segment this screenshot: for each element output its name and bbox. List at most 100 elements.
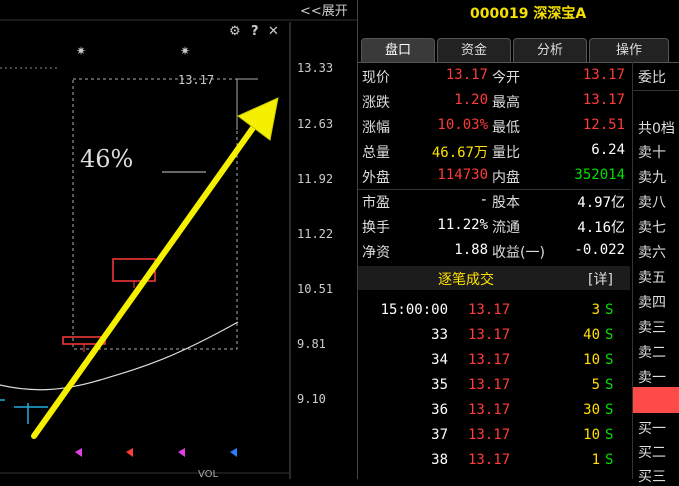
quote-label: 市盈 — [362, 195, 390, 211]
quote-label: 涨幅 — [362, 120, 390, 136]
trade-volume: 10 — [583, 427, 600, 443]
sell-level-label: 卖七 — [638, 220, 666, 236]
quote-value: 4.97亿 — [577, 195, 625, 211]
trade-side: S — [605, 377, 614, 393]
trade-side: S — [605, 427, 614, 443]
panel-divider — [357, 0, 358, 479]
signal-marker-icon — [126, 448, 133, 457]
price-label: 9.10 — [297, 392, 326, 406]
quote-label: 外盘 — [362, 170, 390, 186]
trade-side: S — [605, 352, 614, 368]
quote-value: 1.20 — [454, 92, 488, 108]
trade-price: 13.17 — [468, 302, 511, 318]
sell-level-label: 卖六 — [638, 245, 666, 261]
quote-label: 流通 — [492, 220, 520, 236]
signal-marker-icon — [75, 448, 82, 457]
quote-label: 涨跌 — [362, 95, 390, 111]
quote-value: 10.03% — [437, 117, 488, 133]
quote-value: -0.022 — [574, 242, 625, 258]
quote-value: 13.17 — [582, 92, 625, 108]
trade-volume: 10 — [583, 352, 600, 368]
quote-value: 13.17 — [445, 67, 488, 83]
trade-price: 13.17 — [468, 352, 511, 368]
quote-label: 总量 — [362, 145, 390, 161]
quote-label: 今开 — [492, 70, 520, 86]
tab-zijin[interactable]: 资金 — [437, 38, 511, 62]
quote-label: 换手 — [362, 220, 390, 236]
trade-volume: 40 — [583, 327, 600, 343]
quote-value: 13.17 — [582, 67, 625, 83]
trade-volume: 30 — [583, 402, 600, 418]
quote-label: 量比 — [492, 145, 520, 161]
trend-arrow-icon — [31, 115, 263, 439]
quote-value: 352014 — [574, 167, 625, 183]
buy-level-label: 买一 — [638, 421, 666, 437]
sell-level-label: 卖十 — [638, 145, 666, 161]
quote-label: 最低 — [492, 120, 520, 136]
buy-level-label: 买三 — [638, 469, 666, 485]
quote-label: 净资 — [362, 245, 390, 261]
price-label: 13.33 — [297, 61, 334, 75]
quote-value: - — [479, 192, 488, 208]
trade-time: 35 — [431, 377, 448, 393]
weibi-label: 委比 — [638, 70, 666, 86]
trade-price: 13.17 — [468, 327, 511, 343]
kline-chart-panel[interactable]: ✷ ✷ <<展开 ⚙ ? ✕ 13.17 46% 13.33 12.63 11.… — [0, 0, 357, 480]
tab-pankou[interactable]: 盘口 — [361, 38, 435, 62]
trade-price: 13.17 — [468, 377, 511, 393]
quote-divider — [358, 189, 630, 190]
trade-side: S — [605, 452, 614, 468]
trade-price: 13.17 — [468, 452, 511, 468]
trade-volume: 1 — [591, 452, 600, 468]
trade-time: 34 — [431, 352, 448, 368]
trade-time: 15:00:00 — [380, 302, 448, 318]
price-label: 10.51 — [297, 282, 334, 296]
quote-label: 收益(一) — [492, 245, 545, 261]
trade-time: 38 — [431, 452, 448, 468]
quote-label: 最高 — [492, 95, 520, 111]
tab-caozuo[interactable]: 操作 — [589, 38, 669, 62]
settings-gear-icon[interactable]: ⚙ — [229, 24, 241, 39]
price-label: 12.63 — [297, 117, 334, 131]
trade-side: S — [605, 302, 614, 318]
trade-time: 33 — [431, 327, 448, 343]
tabs-underline — [358, 62, 679, 63]
quote-value: 6.24 — [591, 142, 625, 158]
percent-change-label: 46% — [80, 145, 134, 173]
orderbook-divider-line — [633, 90, 679, 91]
quote-value: 46.67万 — [431, 145, 488, 161]
trade-time: 36 — [431, 402, 448, 418]
quote-value: 4.16亿 — [577, 220, 625, 236]
price-label: 11.92 — [297, 172, 334, 186]
star-marker-icon: ✷ — [76, 44, 86, 58]
quote-value: 114730 — [437, 167, 488, 183]
measure-box — [72, 78, 238, 350]
current-price-bar — [633, 387, 679, 413]
signal-marker-icon — [230, 448, 237, 457]
trade-side: S — [605, 402, 614, 418]
quote-label: 股本 — [492, 195, 520, 211]
orderbook-divider — [632, 62, 633, 479]
help-icon[interactable]: ? — [251, 24, 259, 39]
close-icon[interactable]: ✕ — [268, 24, 279, 39]
trade-volume: 5 — [591, 377, 600, 393]
measure-top-label: 13.17 — [178, 73, 215, 87]
expand-button[interactable]: <<展开 — [300, 0, 348, 19]
trade-time: 37 — [431, 427, 448, 443]
sell-level-label: 卖二 — [638, 345, 666, 361]
price-label: 11.22 — [297, 227, 334, 241]
quote-value: 12.51 — [582, 117, 625, 133]
sell-level-label: 卖八 — [638, 195, 666, 211]
moving-average-line — [0, 321, 239, 391]
trade-price: 13.17 — [468, 427, 511, 443]
quote-value: 1.88 — [454, 242, 488, 258]
trades-detail-link[interactable]: [详] — [588, 269, 613, 289]
tab-fenxi[interactable]: 分析 — [513, 38, 587, 62]
quote-label: 内盘 — [492, 170, 520, 186]
quote-label: 现价 — [362, 70, 390, 86]
star-marker-icon: ✷ — [180, 44, 190, 58]
buy-level-label: 买二 — [638, 445, 666, 461]
sell-level-label: 卖四 — [638, 295, 666, 311]
quote-value: 11.22% — [437, 217, 488, 233]
stock-title: 000019 深深宝A — [470, 6, 587, 22]
